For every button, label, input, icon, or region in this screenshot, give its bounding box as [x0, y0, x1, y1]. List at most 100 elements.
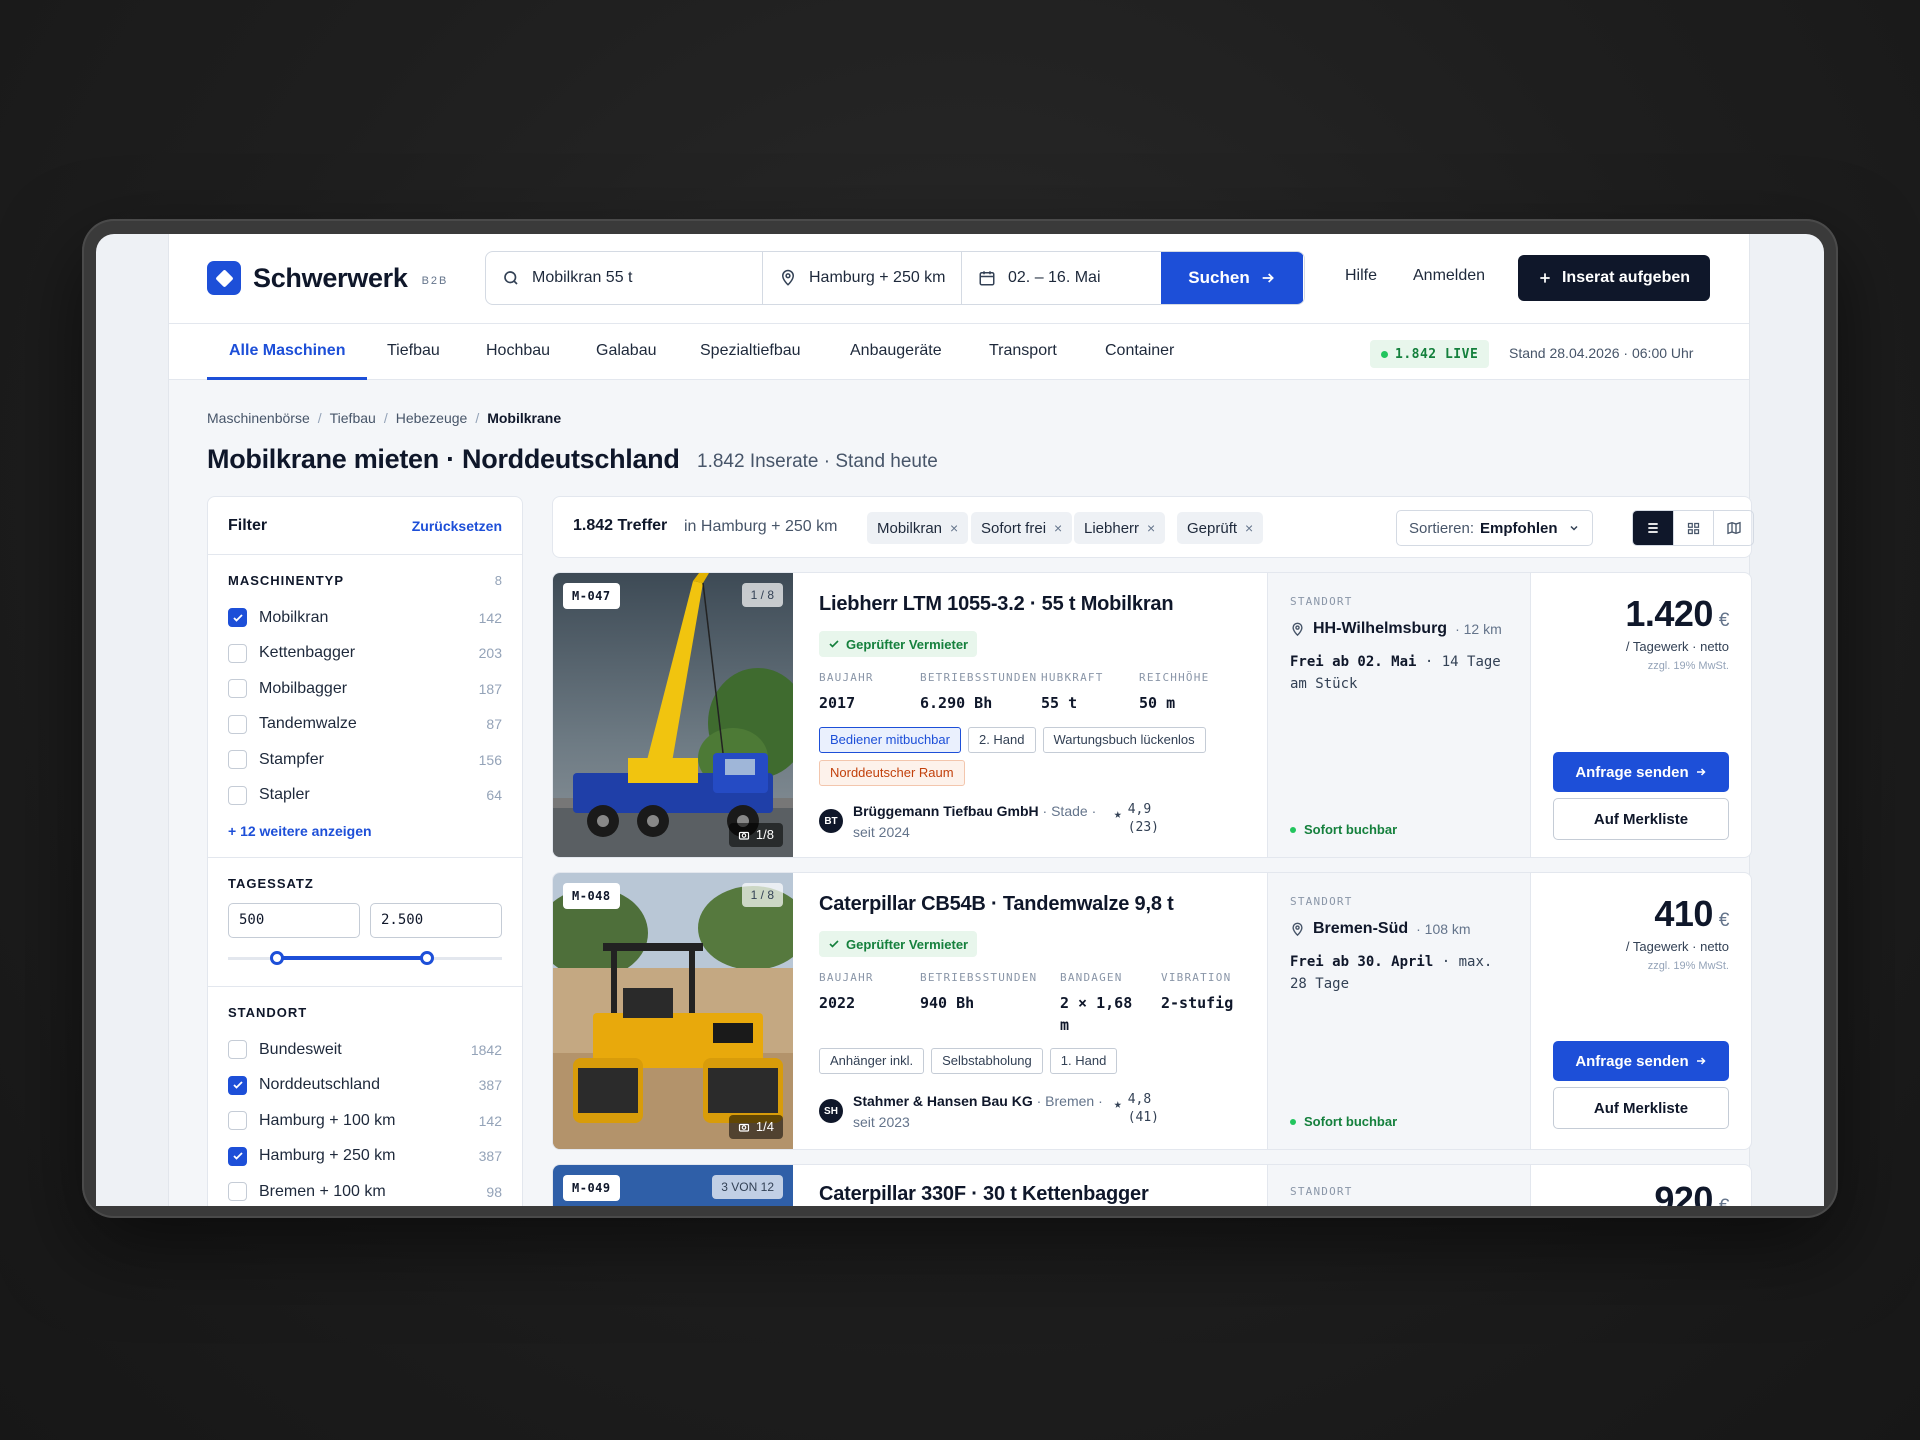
tab-tiefbau[interactable]: Tiefbau [387, 324, 440, 380]
tab-spezialtiefbau[interactable]: Spezialtiefbau [700, 324, 801, 380]
checkbox-count: 203 [478, 645, 502, 662]
close-icon[interactable]: × [1147, 520, 1155, 536]
listing-title[interactable]: Caterpillar CB54B · Tandemwalze 9,8 t [819, 893, 1239, 916]
feature-tag: Bediener mitbuchbar [819, 727, 961, 753]
checkbox-icon[interactable] [228, 714, 247, 734]
listing-card[interactable]: M-049 3 VON 12 Caterpillar 330F · 30 t K… [552, 1164, 1752, 1206]
breadcrumb-item[interactable]: Tiefbau [330, 410, 376, 426]
breadcrumb-item[interactable]: Maschinenbörse [207, 410, 310, 426]
listing-title[interactable]: Liebherr LTM 1055-3.2 · 55 t Mobilkran [819, 593, 1239, 616]
close-icon[interactable]: × [1054, 520, 1062, 536]
checkbox-location[interactable]: Hamburg + 100 km 142 [228, 1103, 502, 1139]
status-dot-icon [1290, 826, 1296, 833]
listing-photo[interactable]: M-049 3 VON 12 [553, 1165, 793, 1206]
checkbox-machine-type[interactable]: Stapler 64 [228, 778, 502, 814]
tab-alle-maschinen[interactable]: Alle Maschinen [207, 324, 368, 380]
brand-badge: B2B [421, 275, 449, 287]
checkbox-icon[interactable] [228, 679, 247, 699]
filter-chip[interactable]: Liebherr × [1074, 512, 1166, 544]
checkbox-icon[interactable] [228, 1111, 247, 1131]
filter-chip[interactable]: Geprüft × [1177, 512, 1264, 544]
seller-info[interactable]: SH Stahmer & Hansen Bau KG · Bremen · se… [819, 1091, 1159, 1133]
checkbox-icon[interactable] [228, 608, 247, 628]
close-icon[interactable]: × [1245, 520, 1253, 536]
checkbox-label: Mobilbagger [259, 679, 348, 697]
plus-icon [1540, 273, 1550, 283]
arrow-right-icon [1262, 273, 1274, 283]
search-location-field[interactable]: Hamburg + 250 km [763, 252, 962, 304]
listing-title[interactable]: Caterpillar 330F · 30 t Kettenbagger [819, 1183, 1149, 1206]
search-button-label: Suchen [1188, 268, 1250, 287]
seller-info[interactable]: BT Brüggemann Tiefbau GmbH · Stade · sei… [819, 801, 1159, 843]
listing-card[interactable]: M-048 1 / 8 1/4 Caterpillar CB54B · Tand… [552, 872, 1752, 1150]
checkbox-icon[interactable] [228, 1040, 247, 1060]
sort-dropdown[interactable]: Sortieren: Empfohlen [1396, 510, 1593, 546]
tab-galabau[interactable]: Galabau [596, 324, 657, 380]
checkbox-machine-type[interactable]: Tandemwalze 87 [228, 707, 502, 743]
checkbox-icon[interactable] [228, 1146, 247, 1166]
rate-min-input[interactable]: 500 [228, 903, 360, 938]
location-place: Bremen-Süd [1313, 920, 1409, 937]
tab-anbaugeraete[interactable]: Anbaugeräte [850, 324, 942, 380]
search-button[interactable]: Suchen [1161, 252, 1303, 304]
slider-min-handle[interactable] [270, 951, 284, 965]
listing-card[interactable]: M-047 1 / 8 1/8 Liebherr LTM 1055-3.2 · … [552, 572, 1752, 858]
logo[interactable]: Schwerwerk B2B [207, 261, 448, 295]
checkbox-icon[interactable] [228, 643, 247, 663]
price-value: 920 [1654, 1179, 1713, 1206]
tab-container[interactable]: Container [1105, 324, 1174, 380]
watchlist-button[interactable]: Auf Merkliste [1553, 798, 1729, 840]
grid-view-button[interactable] [1673, 511, 1713, 545]
close-icon[interactable]: × [950, 520, 958, 536]
login-link[interactable]: Anmelden [1413, 267, 1485, 285]
checkbox-icon[interactable] [228, 750, 247, 770]
map-view-button[interactable] [1713, 511, 1753, 545]
rate-slider[interactable] [228, 946, 502, 970]
post-listing-button[interactable]: Inserat aufgeben [1518, 255, 1710, 301]
search-date-field[interactable]: 02. – 16. Mai [962, 252, 1161, 304]
slider-max-handle[interactable] [420, 951, 434, 965]
checkbox-machine-type[interactable]: Mobilbagger 187 [228, 671, 502, 707]
request-label: Anfrage senden [1575, 1052, 1689, 1070]
show-more-link[interactable]: + 12 weitere anzeigen [228, 823, 502, 839]
bookable-status: Sofort buchbar [1290, 1114, 1397, 1129]
photo-count: 3 VON 12 [712, 1175, 783, 1199]
filter-header: Filter Zurücksetzen [208, 497, 522, 555]
checkbox-icon[interactable] [228, 785, 247, 805]
breadcrumb-item[interactable]: Hebezeuge [396, 410, 468, 426]
filter-chip[interactable]: Mobilkran × [867, 512, 969, 544]
checkbox-machine-type[interactable]: Kettenbagger 203 [228, 636, 502, 672]
listing-location: STANDORT [1267, 1165, 1531, 1206]
listing-photo[interactable]: M-047 1 / 8 1/8 [553, 573, 793, 857]
location-pin-icon [1292, 922, 1303, 936]
checkbox-location[interactable]: Norddeutschland 387 [228, 1068, 502, 1104]
browser-screen: Schwerwerk B2B Mobilkran 55 t Hamburg + … [96, 234, 1824, 1206]
send-request-button[interactable]: Anfrage senden [1553, 1041, 1729, 1081]
location-distance: · 108 km [1416, 921, 1471, 937]
tab-transport[interactable]: Transport [989, 324, 1057, 380]
feature-tag: 2. Hand [967, 727, 1036, 753]
checkbox-icon[interactable] [228, 1075, 247, 1095]
watchlist-button[interactable]: Auf Merkliste [1553, 1087, 1729, 1129]
checkbox-machine-type[interactable]: Stampfer 156 [228, 742, 502, 778]
checkbox-machine-type[interactable]: Mobilkran 142 [228, 600, 502, 636]
gallery-indicator[interactable]: 1/8 [728, 823, 783, 847]
listing-price: 920 € [1531, 1165, 1751, 1206]
filter-reset-link[interactable]: Zurücksetzen [412, 518, 502, 534]
filter-chip[interactable]: Sofort frei × [971, 512, 1073, 544]
rate-max-input[interactable]: 2.500 [370, 903, 502, 938]
tab-hochbau[interactable]: Hochbau [486, 324, 550, 380]
listing-photo[interactable]: M-048 1 / 8 1/4 [553, 873, 793, 1149]
checkbox-location[interactable]: Bremen + 100 km 98 [228, 1174, 502, 1206]
search-query-field[interactable]: Mobilkran 55 t [486, 252, 763, 304]
price-note: zzgl. 19% MwSt. [1647, 960, 1729, 972]
checkbox-icon[interactable] [228, 1182, 247, 1202]
checkbox-label: Kettenbagger [259, 644, 356, 662]
checkbox-label: Stapler [259, 786, 310, 804]
checkbox-location[interactable]: Bundesweit 1842 [228, 1032, 502, 1068]
gallery-indicator[interactable]: 1/4 [728, 1115, 783, 1139]
help-link[interactable]: Hilfe [1345, 267, 1377, 285]
list-view-button[interactable] [1633, 511, 1673, 545]
send-request-button[interactable]: Anfrage senden [1553, 752, 1729, 792]
checkbox-location[interactable]: Hamburg + 250 km 387 [228, 1139, 502, 1175]
